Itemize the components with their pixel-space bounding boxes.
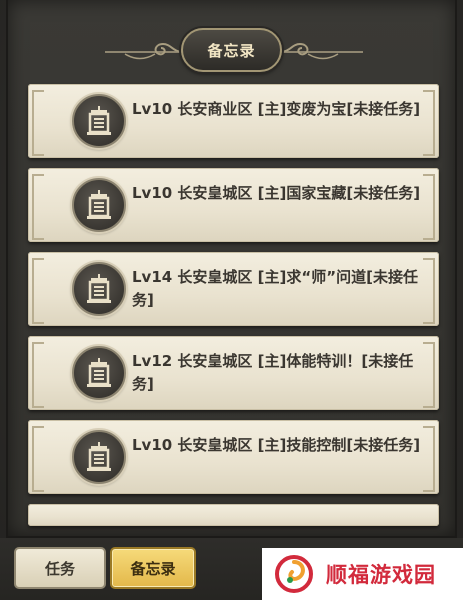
watermark: 顺福游戏园 bbox=[262, 548, 463, 600]
tab-memo-label: 备忘录 bbox=[130, 559, 176, 578]
cloud-ornament-icon bbox=[279, 42, 339, 60]
quest-card-partial[interactable] bbox=[28, 504, 439, 526]
quest-text: Lv12 长安皇城区 [主]体能特训！[未接任务] bbox=[132, 352, 414, 393]
tab-memo[interactable]: 备忘录 bbox=[110, 547, 196, 589]
quest-card[interactable]: Lv14 长安皇城区 [主]求“师”问道[未接任务] bbox=[28, 252, 439, 326]
tab-tasks[interactable]: 任务 bbox=[14, 547, 106, 589]
panel-header: 备忘录 bbox=[0, 24, 463, 84]
quest-card[interactable]: Lv10 长安皇城区 [主]技能控制[未接任务] bbox=[28, 420, 439, 494]
swirl-logo-icon bbox=[275, 555, 313, 593]
quest-list: Lv10 长安商业区 [主]变废为宝[未接任务] Lv10 长安皇城区 [主]国… bbox=[28, 84, 439, 536]
quest-card[interactable]: Lv10 长安皇城区 [主]国家宝藏[未接任务] bbox=[28, 168, 439, 242]
tab-tasks-label: 任务 bbox=[44, 559, 75, 578]
quest-card[interactable]: Lv10 长安商业区 [主]变废为宝[未接任务] bbox=[28, 84, 439, 158]
quest-text: Lv10 长安商业区 [主]变废为宝[未接任务] bbox=[132, 100, 421, 118]
scroll-notice-icon bbox=[72, 262, 126, 316]
scroll-notice-icon bbox=[72, 346, 126, 400]
quest-text: Lv10 长安皇城区 [主]国家宝藏[未接任务] bbox=[132, 184, 421, 202]
scroll-notice-icon bbox=[72, 94, 126, 148]
quest-text: Lv14 长安皇城区 [主]求“师”问道[未接任务] bbox=[132, 268, 418, 309]
cloud-ornament-icon bbox=[124, 42, 184, 60]
scroll-notice-icon bbox=[72, 178, 126, 232]
panel-title: 备忘录 bbox=[207, 41, 256, 60]
quest-text: Lv10 长安皇城区 [主]技能控制[未接任务] bbox=[132, 436, 421, 454]
quest-card[interactable]: Lv12 长安皇城区 [主]体能特训！[未接任务] bbox=[28, 336, 439, 410]
watermark-text: 顺福游戏园 bbox=[326, 563, 436, 587]
panel-title-badge: 备忘录 bbox=[181, 28, 282, 72]
scroll-notice-icon bbox=[72, 430, 126, 484]
